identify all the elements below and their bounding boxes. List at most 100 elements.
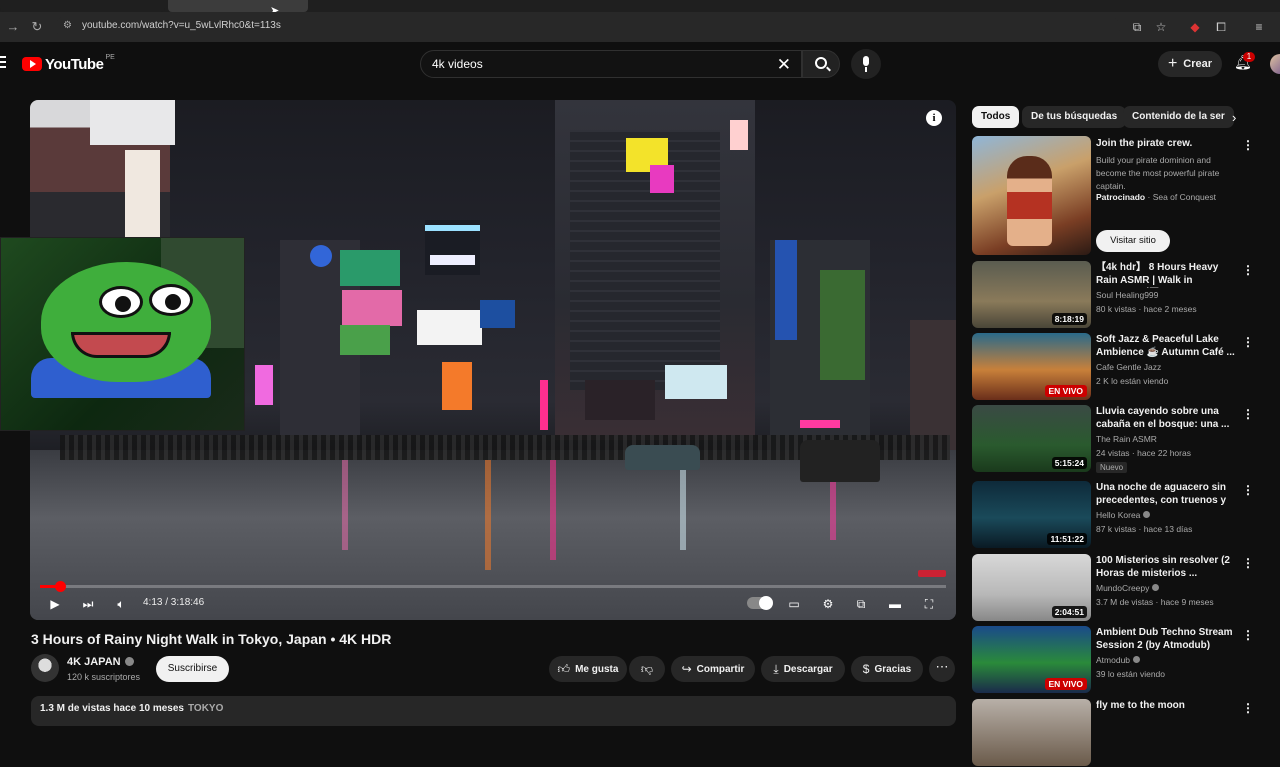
thanks-label: Gracias bbox=[874, 663, 912, 675]
rec-channel: Soul Healing999 bbox=[1096, 290, 1159, 300]
video-thumbnail[interactable]: EN VIVO bbox=[972, 333, 1091, 400]
sponsored-ad[interactable]: Join the pirate crew. Build your pirate … bbox=[972, 136, 1262, 256]
menu-icon[interactable] bbox=[0, 56, 6, 70]
next-icon[interactable]: ⏭ bbox=[79, 594, 97, 614]
more-options-icon[interactable]: ⋮ bbox=[1242, 628, 1254, 642]
volume-icon[interactable]: 🔈︎ bbox=[112, 594, 130, 614]
ad-description: Build your pirate dominion and become th… bbox=[1096, 155, 1220, 191]
user-avatar[interactable] bbox=[1270, 54, 1280, 74]
more-options-icon[interactable]: ⋮ bbox=[1242, 556, 1254, 570]
channel-avatar[interactable] bbox=[31, 654, 59, 682]
channel-name[interactable]: 4K JAPAN bbox=[67, 656, 134, 668]
logo-text: YouTube bbox=[45, 55, 104, 73]
recommendation-item[interactable]: 2:04:51 100 Misterios sin resolver (2 Ho… bbox=[972, 554, 1262, 622]
chevron-right-icon[interactable]: › bbox=[1232, 110, 1236, 125]
rec-title: Una noche de aguacero sin precedentes, c… bbox=[1096, 482, 1227, 506]
live-badge: EN VIVO bbox=[1044, 385, 1087, 397]
chip-related-content[interactable]: Contenido de la ser bbox=[1123, 106, 1234, 128]
rec-title: Soft Jazz & Peaceful Lake Ambience ☕ Aut… bbox=[1096, 334, 1235, 358]
bookmark-star-icon[interactable]: ☆ bbox=[1152, 18, 1170, 36]
reload-icon[interactable]: ↻ bbox=[28, 18, 46, 36]
like-button[interactable]: 👍︎ Me gusta bbox=[549, 656, 627, 682]
hashtag[interactable]: TOKYO bbox=[188, 703, 223, 714]
rec-channel: MundoCreepy bbox=[1096, 583, 1160, 593]
extension-icon[interactable]: ◆ bbox=[1186, 18, 1204, 36]
subscribe-watermark[interactable] bbox=[918, 570, 946, 577]
create-button[interactable]: + Crear bbox=[1158, 51, 1222, 77]
video-thumbnail[interactable] bbox=[972, 699, 1091, 766]
subscribe-button[interactable]: Suscribirse bbox=[156, 656, 229, 682]
fullscreen-icon[interactable]: ⛶ bbox=[919, 594, 939, 614]
extensions-puzzle-icon[interactable]: ⧠ bbox=[1212, 18, 1230, 36]
plus-icon: + bbox=[1167, 55, 1178, 72]
streamer-webcam-overlay bbox=[0, 237, 245, 431]
url-field[interactable]: ⚙ youtube.com/watch?v=u_5wLvlRhc0&t=113s bbox=[55, 16, 1120, 38]
clear-search-icon[interactable]: ✕ bbox=[777, 55, 791, 75]
info-icon[interactable]: i bbox=[926, 110, 942, 126]
thanks-icon: $ bbox=[862, 662, 870, 676]
video-thumbnail[interactable]: EN VIVO bbox=[972, 626, 1091, 693]
scrubber-handle[interactable] bbox=[54, 581, 66, 592]
verified-icon bbox=[1143, 511, 1151, 518]
recommendation-item[interactable]: 11:51:22 Una noche de aguacero sin prece… bbox=[972, 481, 1262, 549]
ad-thumbnail[interactable] bbox=[972, 136, 1091, 255]
time-display: 4:13 / 3:18:46 bbox=[143, 597, 205, 608]
visit-site-button[interactable]: Visitar sitio bbox=[1096, 230, 1170, 252]
search-input[interactable]: 4k videos ✕ bbox=[420, 50, 802, 78]
rec-channel: Hello Korea bbox=[1096, 510, 1151, 520]
video-thumbnail[interactable]: 11:51:22 bbox=[972, 481, 1091, 548]
more-options-icon[interactable]: ⋮ bbox=[1242, 483, 1254, 497]
recommendation-item[interactable]: EN VIVO Ambient Dub Techno Stream Sessio… bbox=[972, 626, 1262, 694]
progress-bar[interactable] bbox=[40, 581, 946, 592]
rec-channel: Atmodub bbox=[1096, 655, 1141, 665]
forward-icon[interactable]: → bbox=[4, 18, 22, 36]
address-bar: → ↻ ⚙ youtube.com/watch?v=u_5wLvlRhc0&t=… bbox=[0, 12, 1280, 42]
video-thumbnail[interactable]: 5:15:24 bbox=[972, 405, 1091, 472]
autoplay-toggle[interactable] bbox=[747, 596, 773, 610]
thanks-button[interactable]: $ Gracias bbox=[851, 656, 923, 682]
dislike-button[interactable]: 👎︎ bbox=[629, 656, 665, 682]
description-meta: 1.3 M de vistas hace 10 meses TOKYO bbox=[40, 703, 223, 714]
subtitles-icon[interactable]: ▭ bbox=[784, 594, 804, 614]
video-thumbnail[interactable]: 2:04:51 bbox=[972, 554, 1091, 621]
duration-badge: 11:51:22 bbox=[1047, 533, 1087, 545]
pepe-frog-face bbox=[41, 262, 211, 382]
voice-search-button[interactable] bbox=[851, 49, 881, 79]
recommendation-item[interactable]: EN VIVO Soft Jazz & Peaceful Lake Ambien… bbox=[972, 333, 1262, 401]
reading-list-icon[interactable]: ≡ bbox=[1250, 18, 1268, 36]
download-button[interactable]: ⤓ Descargar bbox=[761, 656, 845, 682]
search-icon bbox=[815, 57, 827, 69]
more-options-icon[interactable]: ⋮ bbox=[1242, 335, 1254, 349]
youtube-logo[interactable]: YouTube PE bbox=[22, 54, 115, 73]
recommendation-item[interactable]: 5:15:24 Lluvia cayendo sobre una cabaña … bbox=[972, 405, 1262, 473]
rec-title: fly me to the moon bbox=[1096, 700, 1185, 711]
browser-tab-active[interactable] bbox=[168, 0, 308, 12]
live-badge: EN VIVO bbox=[1044, 678, 1087, 690]
pepe-eye bbox=[99, 286, 143, 318]
settings-gear-icon[interactable]: ⚙ bbox=[818, 594, 838, 614]
browser-tab[interactable] bbox=[0, 0, 165, 12]
search-button[interactable] bbox=[802, 50, 840, 78]
install-app-icon[interactable]: ⧉ bbox=[1128, 18, 1146, 36]
ad-sponsor: Patrocinado · Sea of Conquest bbox=[1096, 192, 1217, 202]
chip-from-searches[interactable]: De tus búsquedas bbox=[1022, 106, 1127, 128]
description-box[interactable]: 1.3 M de vistas hace 10 meses TOKYO bbox=[31, 696, 956, 726]
youtube-play-icon bbox=[22, 57, 42, 71]
miniplayer-icon[interactable]: ⧉ bbox=[851, 594, 871, 614]
more-options-icon[interactable]: ⋮ bbox=[1242, 701, 1254, 715]
filter-chips: Todos De tus búsquedas Contenido de la s… bbox=[972, 106, 1252, 130]
recommendation-item[interactable]: fly me to the moon ⋮ bbox=[972, 699, 1262, 767]
more-options-icon[interactable]: ⋮ bbox=[1242, 407, 1254, 421]
video-thumbnail[interactable]: 8:18:19 bbox=[972, 261, 1091, 328]
rec-meta: 3.7 M de vistas · hace 9 meses bbox=[1096, 597, 1214, 607]
chip-all[interactable]: Todos bbox=[972, 106, 1020, 128]
share-button[interactable]: ↪ Compartir bbox=[671, 656, 755, 682]
rec-channel: Cafe Gentle Jazz bbox=[1096, 362, 1162, 372]
more-options-icon[interactable]: ⋮ bbox=[1242, 138, 1254, 152]
play-icon[interactable]: ▶ bbox=[46, 594, 64, 614]
recommendation-item[interactable]: 8:18:19 【4k hdr】 8 Hours Heavy Rain ASMR… bbox=[972, 261, 1262, 329]
more-actions-button[interactable]: ⋯ bbox=[929, 656, 955, 682]
theater-mode-icon[interactable]: ▬ bbox=[885, 594, 905, 614]
more-options-icon[interactable]: ⋮ bbox=[1242, 263, 1254, 277]
site-info-icon[interactable]: ⚙ bbox=[63, 20, 77, 34]
